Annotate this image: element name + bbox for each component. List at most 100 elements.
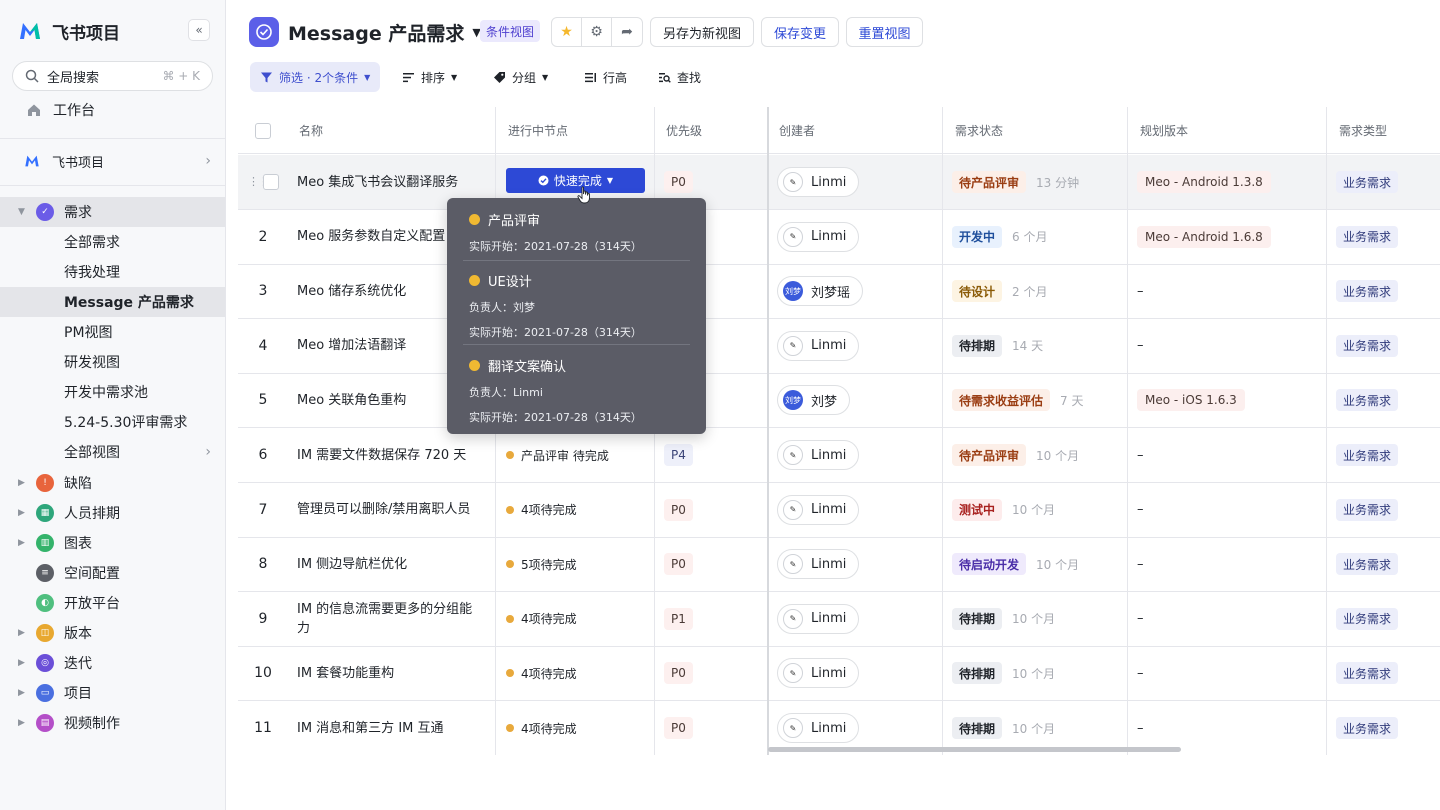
priority-cell[interactable]: P0 xyxy=(664,701,693,755)
creator-cell[interactable]: ✎ Linmi xyxy=(777,155,860,209)
table-row[interactable]: 6 IM 需要文件数据保存 720 天 产品评审 待完成 P4 ✎ Linmi 待… xyxy=(238,428,1440,483)
priority-cell[interactable]: P0 xyxy=(664,537,693,591)
creator-cell[interactable]: 刘梦 刘梦瑶 xyxy=(777,264,864,318)
quick-complete-button[interactable]: 快速完成 ▼ xyxy=(506,168,645,193)
status-cell[interactable]: 测试中 10 个月 xyxy=(952,483,1055,537)
status-cell[interactable]: 待排期 10 个月 xyxy=(952,646,1055,700)
type-cell[interactable]: 业务需求 xyxy=(1336,483,1399,537)
sidebar-subview-6[interactable]: 5.24-5.30评审需求 xyxy=(0,407,225,437)
table-row[interactable]: 5 Meo 关联角色重构 刘梦 刘梦 待需求收益评估 7 天 Meo - iOS 1… xyxy=(238,373,1440,429)
name-cell[interactable]: IM 侧边导航栏优化 xyxy=(297,537,482,591)
version-cell[interactable]: – xyxy=(1137,264,1144,318)
node-cell[interactable]: 4项待完成 xyxy=(506,646,577,700)
table-row[interactable]: 9 IM 的信息流需要更多的分组能力 4项待完成 P1 ✎ Linmi 待排期 10… xyxy=(238,592,1440,647)
node-cell[interactable]: 4项待完成 xyxy=(506,592,577,646)
sidebar-subview-7[interactable]: 全部视图 › xyxy=(0,437,225,467)
status-cell[interactable]: 待设计 2 个月 xyxy=(952,264,1047,318)
brand[interactable]: 飞书项目 xyxy=(18,18,120,44)
creator-cell[interactable]: ✎ Linmi xyxy=(777,428,860,482)
creator-chip[interactable]: ✎ Linmi xyxy=(777,658,860,689)
table-row[interactable]: ⋮⋮ Meo 集成飞书会议翻译服务 快速完成 ▼ P0 ✎ Linmi 待产品评审… xyxy=(238,155,1440,210)
version-cell[interactable]: – xyxy=(1137,319,1144,373)
sidebar-module-3[interactable]: ▶ ▥ 图表 xyxy=(0,528,225,558)
node-cell[interactable]: 4项待完成 xyxy=(506,701,577,755)
creator-cell[interactable]: 刘梦 刘梦 xyxy=(777,373,851,427)
table-row[interactable]: 8 IM 侧边导航栏优化 5项待完成 P0 ✎ Linmi 待启动开发 10 个月 … xyxy=(238,537,1440,593)
creator-cell[interactable]: ✎ Linmi xyxy=(777,537,860,591)
creator-chip[interactable]: ✎ Linmi xyxy=(777,603,860,634)
col-header-priority[interactable]: 优先级 xyxy=(666,107,702,154)
creator-chip[interactable]: ✎ Linmi xyxy=(777,440,860,470)
frozen-column-divider[interactable] xyxy=(767,107,769,755)
name-cell[interactable]: IM 消息和第三方 IM 互通 xyxy=(297,701,482,755)
sidebar-subview-4[interactable]: 研发视图 xyxy=(0,347,225,377)
sidebar-module-4[interactable]: ≡ 空间配置 xyxy=(0,558,225,588)
sidebar-module-8[interactable]: ▶ ▭ 项目 xyxy=(0,678,225,708)
type-cell[interactable]: 业务需求 xyxy=(1336,646,1399,700)
status-cell[interactable]: 开发中 6 个月 xyxy=(952,210,1047,264)
creator-chip[interactable]: ✎ Linmi xyxy=(777,549,860,580)
version-cell[interactable]: – xyxy=(1137,428,1144,482)
col-header-version[interactable]: 规划版本 xyxy=(1140,107,1188,154)
sidebar-item-space[interactable]: 飞书项目 › xyxy=(0,146,225,176)
name-cell[interactable]: IM 的信息流需要更多的分组能力 xyxy=(297,592,482,646)
table-row[interactable]: 2 Meo 服务参数自定义配置 ✎ Linmi 开发中 6 个月 Meo - And… xyxy=(238,210,1440,265)
creator-cell[interactable]: ✎ Linmi xyxy=(777,592,860,646)
group-button[interactable]: 分组 ▼ xyxy=(483,62,558,92)
sidebar-subview-3[interactable]: PM视图 xyxy=(0,317,225,347)
col-header-name[interactable]: 名称 xyxy=(299,107,323,154)
name-cell[interactable]: IM 套餐功能重构 xyxy=(297,646,482,700)
share-icon[interactable]: ➦ xyxy=(612,18,642,46)
creator-cell[interactable]: ✎ Linmi xyxy=(777,483,860,537)
version-cell[interactable]: – xyxy=(1137,483,1144,537)
creator-cell[interactable]: ✎ Linmi xyxy=(777,319,860,373)
filter-button[interactable]: 筛选 · 2个条件 ▼ xyxy=(250,62,381,92)
name-cell[interactable]: IM 需要文件数据保存 720 天 xyxy=(297,428,482,482)
col-header-status[interactable]: 需求状态 xyxy=(955,107,1003,154)
node-cell[interactable]: 5项待完成 xyxy=(506,537,577,591)
type-cell[interactable]: 业务需求 xyxy=(1336,592,1399,646)
sidebar-subview-2[interactable]: Message 产品需求 xyxy=(0,287,225,317)
table-row[interactable]: 7 管理员可以删除/禁用离职人员 4项待完成 P0 ✎ Linmi 测试中 10 个… xyxy=(238,483,1440,538)
save-changes-button[interactable]: 保存变更 xyxy=(761,17,839,47)
status-cell[interactable]: 待需求收益评估 7 天 xyxy=(952,373,1083,427)
status-cell[interactable]: 待排期 14 天 xyxy=(952,319,1043,373)
view-title[interactable]: Message 产品需求 ▼ xyxy=(288,19,481,46)
row-checkbox[interactable] xyxy=(263,155,279,209)
type-cell[interactable]: 业务需求 xyxy=(1336,210,1399,264)
priority-cell[interactable]: P4 xyxy=(664,428,693,482)
table-row[interactable]: 10 IM 套餐功能重构 4项待完成 P0 ✎ Linmi 待排期 10 个月 – … xyxy=(238,646,1440,702)
sidebar-module-9[interactable]: ▶ ▤ 视频制作 xyxy=(0,708,225,738)
type-cell[interactable]: 业务需求 xyxy=(1336,373,1399,427)
status-cell[interactable]: 待产品评审 13 分钟 xyxy=(952,155,1079,209)
creator-chip[interactable]: ✎ Linmi xyxy=(777,330,860,361)
sort-button[interactable]: 排序 ▼ xyxy=(392,62,467,92)
col-header-type[interactable]: 需求类型 xyxy=(1339,107,1387,154)
type-cell[interactable]: 业务需求 xyxy=(1336,264,1399,318)
table-row[interactable]: 3 Meo 储存系统优化 刘梦 刘梦瑶 待设计 2 个月 – 业务需求 xyxy=(238,264,1440,320)
col-header-node[interactable]: 进行中节点 xyxy=(508,107,568,154)
status-cell[interactable]: 待启动开发 10 个月 xyxy=(952,537,1079,591)
status-cell[interactable]: 待产品评审 10 个月 xyxy=(952,428,1079,482)
version-cell[interactable]: Meo - Android 1.6.8 xyxy=(1137,210,1271,264)
status-cell[interactable]: 待排期 10 个月 xyxy=(952,592,1055,646)
find-button[interactable]: 查找 xyxy=(648,62,711,92)
sidebar-subview-0[interactable]: 全部需求 xyxy=(0,227,225,257)
star-icon[interactable]: ★ xyxy=(552,18,582,46)
type-cell[interactable]: 业务需求 xyxy=(1336,537,1399,591)
type-cell[interactable]: 业务需求 xyxy=(1336,155,1399,209)
type-cell[interactable]: 业务需求 xyxy=(1336,428,1399,482)
sidebar-subview-5[interactable]: 开发中需求池 xyxy=(0,377,225,407)
creator-chip[interactable]: ✎ Linmi xyxy=(777,167,860,197)
creator-chip[interactable]: 刘梦 刘梦瑶 xyxy=(777,276,864,307)
type-cell[interactable]: 业务需求 xyxy=(1336,319,1399,373)
horizontal-scrollbar[interactable] xyxy=(768,747,1181,752)
sidebar-item-workbench[interactable]: 工作台 xyxy=(0,95,225,125)
priority-cell[interactable]: P0 xyxy=(664,646,693,700)
creator-chip[interactable]: 刘梦 刘梦 xyxy=(777,385,851,416)
priority-cell[interactable]: P0 xyxy=(664,483,693,537)
gear-icon[interactable]: ⚙ xyxy=(582,18,612,46)
node-cell[interactable]: 4项待完成 xyxy=(506,483,577,537)
sidebar-module-6[interactable]: ▶ ◫ 版本 xyxy=(0,618,225,648)
sidebar-module-7[interactable]: ▶ ◎ 迭代 xyxy=(0,648,225,678)
